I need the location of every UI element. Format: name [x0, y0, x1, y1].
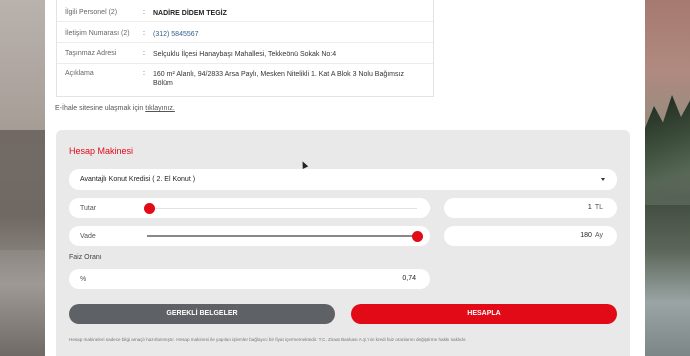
eihale-text: E-İhale sitesine ulaşmak için: [55, 105, 146, 112]
term-input[interactable]: 180 Ay: [444, 226, 617, 246]
loan-type-value: Avantajlı Konut Kredisi ( 2. El Konut ): [80, 176, 196, 183]
info-separator: :: [143, 30, 145, 37]
info-key: İletişim Numarası (2): [65, 30, 130, 37]
info-separator: :: [143, 70, 145, 77]
disclaimer-text: Hesap makineleri sadece bilgi amaçlı haz…: [69, 337, 467, 342]
term-slider-thumb[interactable]: [411, 231, 423, 242]
info-row-address: Taşınmaz Adresi : Selçuklu İlçesi Hanayb…: [57, 43, 433, 64]
interest-rate-label: Faiz Oranı: [69, 254, 102, 261]
term-value-wrap: 180 Ay: [580, 232, 603, 239]
amount-input[interactable]: 1 TL: [444, 198, 617, 218]
info-value: Selçuklu İlçesi Hanaybaşı Mahallesi, Tek…: [153, 51, 337, 58]
info-key: Taşınmaz Adresi: [65, 50, 117, 57]
term-unit: Ay: [594, 232, 603, 239]
info-row-personnel: İlgili Personel (2) : NADİRE DİDEM TEGİZ: [57, 0, 433, 22]
eihale-note: E-İhale sitesine ulaşmak için tıklayınız…: [55, 105, 175, 112]
info-separator: :: [143, 50, 145, 57]
amount-slider-track[interactable]: [149, 208, 417, 209]
info-value: 160 m² Alanlı, 94/2833 Arsa Paylı, Meske…: [153, 71, 404, 87]
eihale-link[interactable]: tıklayınız.: [145, 105, 175, 112]
term-slider-track[interactable]: [147, 235, 417, 237]
background-scenery-left: [0, 0, 45, 356]
info-row-phone: İletişim Numarası (2) : (312) 5845567: [57, 22, 433, 43]
required-documents-button[interactable]: GEREKLİ BELGELER: [69, 304, 335, 324]
info-row-description: Açıklama : 160 m² Alanlı, 94/2833 Arsa P…: [57, 64, 433, 97]
term-slider-field: Vade: [69, 226, 430, 246]
amount-slider-field: Tutar: [69, 198, 430, 218]
interest-rate-input[interactable]: % 0,74: [69, 269, 430, 289]
term-label: Vade: [80, 233, 96, 240]
loan-calculator: Hesap Makinesi Avantajlı Konut Kredisi (…: [56, 130, 630, 356]
amount-slider-thumb[interactable]: [143, 203, 155, 214]
chevron-down-icon: [601, 178, 605, 181]
phone-link[interactable]: (312) 5845567: [153, 30, 425, 39]
amount-unit: TL: [594, 204, 603, 211]
calculator-title: Hesap Makinesi: [69, 146, 134, 156]
info-value: NADİRE DİDEM TEGİZ: [153, 10, 227, 17]
interest-rate-value: 0,74: [402, 275, 416, 282]
amount-label: Tutar: [80, 205, 97, 212]
info-separator: :: [143, 9, 145, 16]
page-content: İlgili Personel (2) : NADİRE DİDEM TEGİZ…: [45, 0, 645, 356]
percent-sign: %: [80, 276, 87, 283]
loan-type-select[interactable]: Avantajlı Konut Kredisi ( 2. El Konut ): [69, 169, 617, 190]
term-value: 180: [580, 232, 592, 239]
amount-value: 1: [587, 204, 592, 211]
background-scenery-right: [645, 0, 690, 356]
amount-value-wrap: 1 TL: [588, 204, 603, 211]
info-key: Açıklama: [65, 70, 94, 77]
calculate-button[interactable]: HESAPLA: [351, 304, 617, 324]
property-info-table: İlgili Personel (2) : NADİRE DİDEM TEGİZ…: [56, 0, 434, 97]
info-key: İlgili Personel (2): [65, 9, 118, 16]
